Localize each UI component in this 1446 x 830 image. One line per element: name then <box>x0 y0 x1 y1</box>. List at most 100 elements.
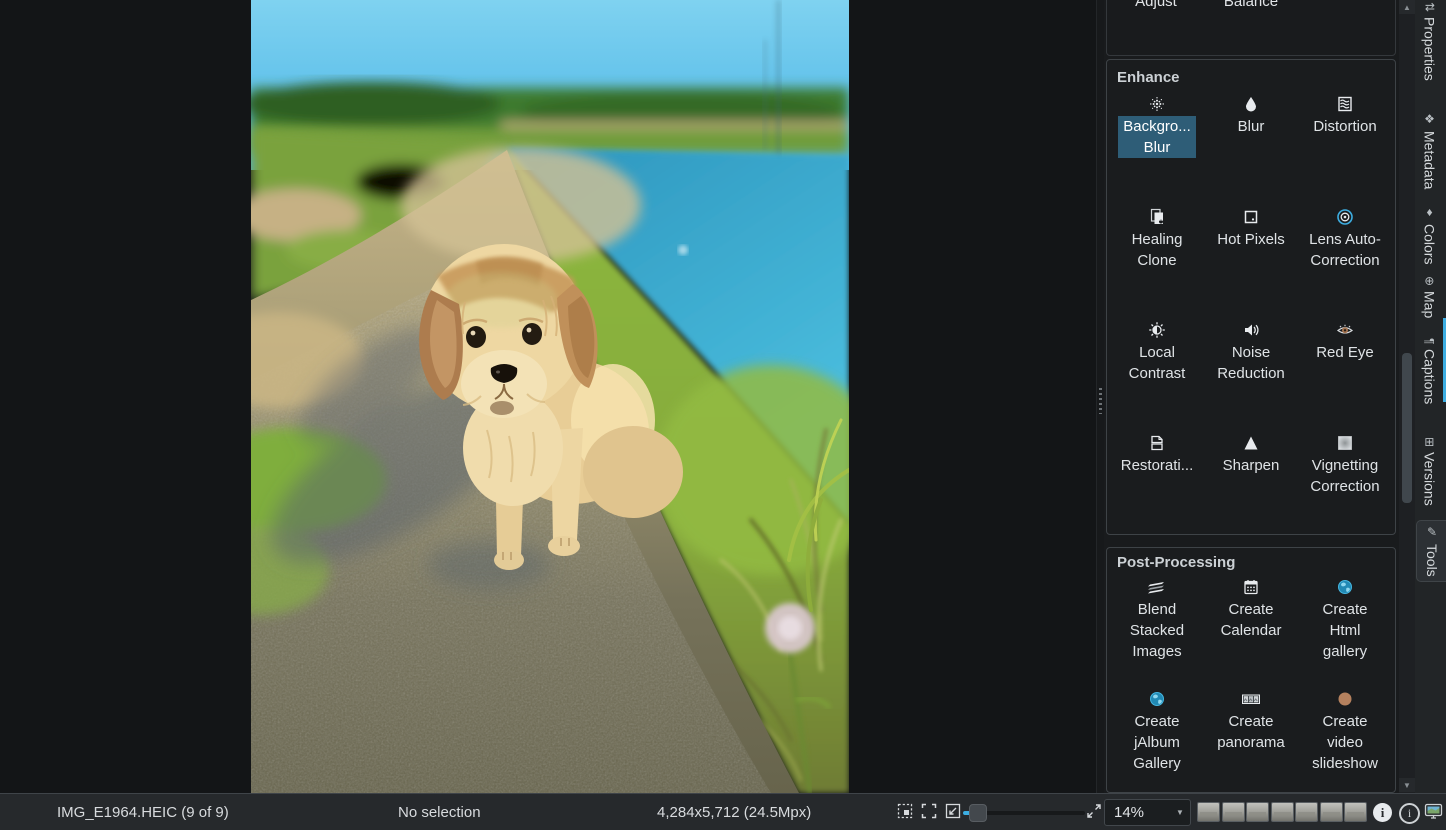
tools-icon: ✎ <box>1425 525 1439 539</box>
tool-label: Create jAlbum Gallery <box>1133 711 1181 774</box>
tool-label: Create Html gallery <box>1322 599 1367 662</box>
tools-panel: Adjust Balance Enhance <box>1104 0 1399 793</box>
scrolled-tools-row: Adjust Balance <box>1106 0 1396 12</box>
tool-create-panorama[interactable]: Create panorama <box>1207 689 1295 793</box>
local-contrast-icon <box>1148 320 1166 340</box>
metadata-icon: ❖ <box>1423 112 1437 126</box>
preview-thumbnail-2[interactable] <box>1222 802 1245 822</box>
editor-canvas[interactable] <box>0 0 1096 793</box>
fullscreen-button[interactable] <box>1086 803 1102 819</box>
tool-label: Create panorama <box>1217 711 1285 753</box>
tab-label: Captions <box>1422 349 1438 404</box>
tool-label: Noise Reduction <box>1217 342 1285 384</box>
tool-create-video-slideshow[interactable]: Create video slideshow <box>1301 689 1389 793</box>
color-managed-view-button[interactable] <box>1424 802 1443 821</box>
panel-scrollbar[interactable]: ▲ ▼ <box>1399 0 1415 793</box>
tab-label: Tools <box>1424 544 1440 577</box>
scroll-up-icon[interactable]: ▲ <box>1399 0 1415 14</box>
tab-captions[interactable]: ¶ Captions <box>1415 338 1444 405</box>
captions-icon: ¶ <box>1423 338 1437 344</box>
tab-label: Properties <box>1422 17 1438 81</box>
hot-pixels-icon <box>1242 207 1260 227</box>
tool-blend-stacked-images[interactable]: Blend Stacked Images <box>1113 577 1201 689</box>
distortion-icon <box>1336 94 1354 114</box>
zoom-level-combobox[interactable]: 14% ▼ <box>1104 799 1191 826</box>
vignetting-correction-icon <box>1336 433 1354 453</box>
scrollbar-thumb[interactable] <box>1402 353 1412 503</box>
blur-icon <box>1242 94 1260 114</box>
tool-local-contrast[interactable]: Local Contrast <box>1113 320 1201 433</box>
tab-label: Versions <box>1422 452 1438 506</box>
tool-healing-clone[interactable]: Healing Clone <box>1113 207 1201 320</box>
versions-icon: ⊞ <box>1423 437 1437 447</box>
info-filled-button[interactable]: i <box>1373 803 1392 822</box>
tool-balance-label[interactable]: Balance <box>1207 0 1295 12</box>
fit-to-window-button[interactable] <box>921 803 937 819</box>
tool-label: Red Eye <box>1316 342 1374 363</box>
sharpen-icon <box>1242 433 1260 453</box>
section-post-processing-title: Post-Processing <box>1117 554 1395 571</box>
scroll-down-icon[interactable]: ▼ <box>1399 778 1415 792</box>
section-enhance-title: Enhance <box>1117 69 1395 86</box>
section-enhance: Enhance Backgro... Blur <box>1106 59 1396 535</box>
right-sidebar-tabs: ⇅ Properties ❖ Metadata ♦ Colors ⊕ Map ¶… <box>1415 0 1446 793</box>
tool-blur[interactable]: Blur <box>1207 94 1295 207</box>
colors-icon: ♦ <box>1423 205 1437 219</box>
blend-stacked-images-icon <box>1147 577 1167 597</box>
preview-thumbnail-1[interactable] <box>1197 802 1220 822</box>
tool-label: Vignetting Correction <box>1310 455 1379 497</box>
tab-versions[interactable]: ⊞ Versions <box>1415 437 1444 506</box>
zoom-level-value: 14% <box>1105 804 1170 821</box>
chevron-down-icon: ▼ <box>1170 808 1190 817</box>
preview-thumbnail-5[interactable] <box>1295 802 1318 822</box>
tab-label: Colors <box>1422 224 1438 264</box>
preview-thumbnail-6[interactable] <box>1320 802 1343 822</box>
tab-metadata[interactable]: ❖ Metadata <box>1415 112 1444 189</box>
tool-hot-pixels[interactable]: Hot Pixels <box>1207 207 1295 320</box>
file-status: IMG_E1964.HEIC (9 of 9) <box>57 794 229 830</box>
background-blur-icon <box>1148 94 1166 114</box>
tool-background-blur[interactable]: Backgro... Blur <box>1113 94 1201 207</box>
tool-label: Hot Pixels <box>1217 229 1285 250</box>
create-video-slideshow-icon <box>1336 689 1354 709</box>
tool-create-jalbum-gallery[interactable]: Create jAlbum Gallery <box>1113 689 1201 793</box>
tool-red-eye[interactable]: Red Eye <box>1301 320 1389 433</box>
zoom-slider-handle[interactable] <box>969 804 987 822</box>
tool-distortion[interactable]: Distortion <box>1301 94 1389 207</box>
zoom-to-selection-button[interactable] <box>897 803 913 819</box>
tool-noise-reduction[interactable]: Noise Reduction <box>1207 320 1295 433</box>
splitter-grip-icon <box>1099 388 1102 414</box>
fit-to-selection-button[interactable] <box>945 803 961 819</box>
properties-icon: ⇅ <box>1423 2 1437 12</box>
tool-label: Local Contrast <box>1129 342 1186 384</box>
preview-thumbnail-3[interactable] <box>1246 802 1269 822</box>
info-outline-button[interactable]: i <box>1399 803 1420 824</box>
tool-label: Sharpen <box>1223 455 1280 476</box>
tab-properties[interactable]: ⇅ Properties <box>1415 2 1444 81</box>
tool-label: Backgro... Blur <box>1118 116 1196 158</box>
photo-golden-retriever[interactable] <box>251 0 849 793</box>
lens-autocorrection-icon <box>1336 207 1354 227</box>
tool-lens-auto-correction[interactable]: Lens Auto- Correction <box>1301 207 1389 320</box>
tab-map[interactable]: ⊕ Map <box>1415 276 1444 318</box>
tool-adjust-label[interactable]: Adjust <box>1112 0 1200 12</box>
tool-label: Restorati... <box>1121 455 1194 476</box>
preview-thumbnail-4[interactable] <box>1271 802 1294 822</box>
tool-restoration[interactable]: Restorati... <box>1113 433 1201 546</box>
selection-status: No selection <box>398 794 481 830</box>
tool-vignetting-correction[interactable]: Vignetting Correction <box>1301 433 1389 546</box>
tab-label: Metadata <box>1422 131 1438 189</box>
size-status: 4,284x5,712 (24.5Mpx) <box>657 794 811 830</box>
healing-clone-icon <box>1148 207 1166 227</box>
section-post-processing: Post-Processing Blend Stacked Images <box>1106 547 1396 793</box>
tool-create-calendar[interactable]: Create Calendar <box>1207 577 1295 689</box>
tab-tools[interactable]: ✎ Tools <box>1416 520 1446 582</box>
tool-sharpen[interactable]: Sharpen <box>1207 433 1295 546</box>
tool-create-html-gallery[interactable]: Create Html gallery <box>1301 577 1389 689</box>
create-panorama-icon <box>1241 689 1261 709</box>
tab-colors[interactable]: ♦ Colors <box>1415 205 1444 264</box>
red-eye-icon <box>1336 320 1354 340</box>
tool-label: Blur <box>1238 116 1265 137</box>
preview-thumbnail-7[interactable] <box>1344 802 1367 822</box>
tool-label: Create Calendar <box>1221 599 1282 641</box>
